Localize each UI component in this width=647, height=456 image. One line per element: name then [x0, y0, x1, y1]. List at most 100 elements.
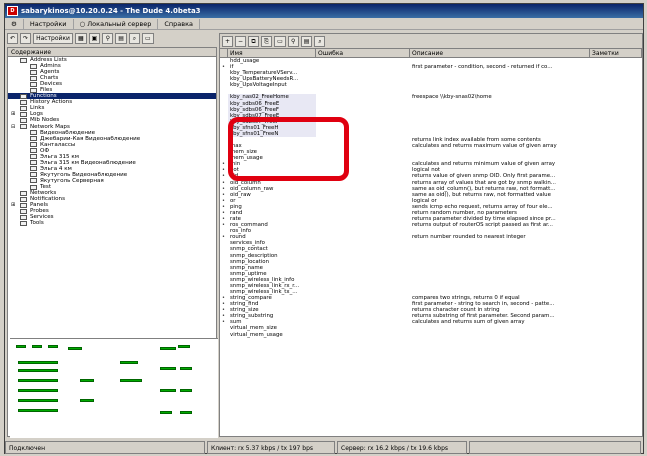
folder-icon: [30, 69, 37, 75]
highlight-callout: [228, 117, 349, 181]
status-server: Сервер: rx 16.2 kbps / tx 19.6 kbps: [337, 441, 467, 454]
device-node[interactable]: [16, 345, 26, 348]
main-toolbar: ↶ ↷ Настройки ▦ ▣ ⚲ ▤ ⌕ ▭: [5, 31, 219, 45]
folder-icon: [30, 75, 37, 81]
device-node[interactable]: [178, 345, 190, 348]
folder-icon: [30, 172, 37, 178]
cell-name: virtual_mem_usage: [230, 331, 283, 338]
app-logo-icon: D: [7, 6, 18, 16]
device-node[interactable]: [180, 411, 192, 414]
device-node[interactable]: [120, 379, 142, 382]
folder-icon: [30, 178, 37, 184]
device-node[interactable]: [32, 345, 42, 348]
status-connection: Подключен: [5, 441, 205, 454]
row-marker: [220, 332, 228, 338]
device-node[interactable]: [180, 389, 192, 392]
device-node[interactable]: [18, 399, 58, 402]
gear-icon[interactable]: ⚙: [5, 18, 24, 30]
copy-icon[interactable]: ⧉: [248, 35, 260, 47]
table-row[interactable]: virtual_mem_usage: [220, 332, 642, 338]
folder-icon: [30, 81, 37, 87]
folder-icon: [20, 105, 27, 111]
filter-icon[interactable]: ⌕: [128, 32, 140, 44]
device-node[interactable]: [18, 389, 58, 392]
folder-icon: [20, 220, 27, 226]
folder-icon: [20, 214, 27, 220]
functions-panel: + − ⧉ ⎘ ▭ ⚲ ▤ ⌕ Имя Ошибка Описание Заме…: [219, 33, 643, 437]
folder-icon[interactable]: ▭: [274, 35, 286, 47]
device-node[interactable]: [18, 361, 58, 364]
folder-icon: [20, 124, 27, 130]
menu-help[interactable]: Справка: [158, 18, 201, 30]
cell-error: [316, 332, 410, 338]
device-node[interactable]: [160, 347, 176, 350]
binoculars-icon[interactable]: ⚲: [102, 32, 114, 44]
table-header: Имя Ошибка Описание Заметки: [220, 49, 642, 58]
folder-icon: [20, 190, 27, 196]
status-client: Клиент: rx 5.37 kbps / tx 197 bps: [207, 441, 335, 454]
menu-bar: ⚙ Настройки ○ Локальный сервер Справка: [5, 18, 643, 30]
folder-icon: [20, 117, 27, 123]
device-node[interactable]: [68, 347, 82, 350]
device-node[interactable]: [18, 369, 58, 372]
add-icon[interactable]: +: [222, 35, 234, 47]
folder-icon: [20, 57, 27, 63]
device-node[interactable]: [18, 409, 58, 412]
window-title: sabarykinos@10.20.0.24 - The Dude 4.0bet…: [21, 7, 201, 15]
column-marker[interactable]: [220, 49, 228, 57]
forward-icon[interactable]: ↷: [20, 32, 32, 44]
device-node[interactable]: [180, 367, 192, 370]
tree-panel: Содержание Address Lists Admins Agents Char…: [7, 47, 218, 438]
title-bar: D sabarykinos@10.20.0.24 - The Dude 4.0b…: [5, 4, 643, 18]
device-node[interactable]: [160, 411, 172, 414]
binoculars-icon[interactable]: ⚲: [287, 35, 299, 47]
functions-table: hdd_usage • if first parameter - condition,…: [220, 58, 642, 338]
remove-icon[interactable]: −: [235, 35, 247, 47]
folder-icon: [20, 111, 27, 117]
filter-icon[interactable]: ⌕: [314, 35, 326, 47]
device-node[interactable]: [48, 345, 58, 348]
device-node[interactable]: [80, 399, 94, 402]
status-bar: Подключен Клиент: rx 5.37 kbps / tx 197 …: [5, 441, 643, 454]
folder-icon: [20, 208, 27, 214]
settings-button[interactable]: Настройки: [33, 32, 73, 44]
grid-icon[interactable]: ▦: [74, 32, 87, 44]
status-empty: [469, 441, 641, 454]
menu-settings[interactable]: Настройки: [24, 18, 74, 30]
device-node[interactable]: [160, 389, 176, 392]
folder-icon: [30, 142, 37, 148]
column-notes[interactable]: Заметки: [590, 49, 642, 57]
folder-icon: [30, 184, 37, 190]
folder-icon: [20, 99, 27, 105]
device-node[interactable]: [18, 379, 58, 382]
folder-icon: [30, 166, 37, 172]
folder-icon: [20, 93, 27, 99]
functions-toolbar: + − ⧉ ⎘ ▭ ⚲ ▤ ⌕: [220, 34, 642, 49]
folder-icon: [30, 154, 37, 160]
layout-icon[interactable]: ▣: [88, 32, 101, 44]
column-error[interactable]: Ошибка: [316, 49, 410, 57]
folder-icon: [30, 130, 37, 136]
app-window: D sabarykinos@10.20.0.24 - The Dude 4.0b…: [4, 3, 644, 454]
print-icon[interactable]: ▤: [115, 32, 127, 44]
map-preview[interactable]: [10, 338, 218, 438]
tree-item[interactable]: Tools: [8, 220, 216, 226]
cell-notes: [590, 332, 642, 338]
column-name[interactable]: Имя: [228, 49, 316, 57]
cell-description: [410, 332, 590, 338]
tree-item-label: Tools: [30, 220, 44, 227]
back-icon[interactable]: ↶: [7, 32, 19, 44]
menu-local-server[interactable]: ○ Локальный сервер: [74, 18, 159, 30]
tree: Address Lists Admins Agents Charts Devices Fi…: [8, 57, 216, 226]
folder-icon: [20, 202, 27, 208]
device-node[interactable]: [120, 361, 138, 364]
folder-icon: [30, 160, 37, 166]
menu-local-server-label: Локальный сервер: [87, 19, 152, 28]
device-node[interactable]: [80, 379, 94, 382]
paste-icon[interactable]: ⎘: [261, 35, 273, 47]
window-icon[interactable]: ▭: [141, 32, 154, 44]
column-description[interactable]: Описание: [410, 49, 590, 57]
print-icon[interactable]: ▤: [300, 35, 313, 47]
folder-icon: [30, 148, 37, 154]
device-node[interactable]: [160, 367, 176, 370]
